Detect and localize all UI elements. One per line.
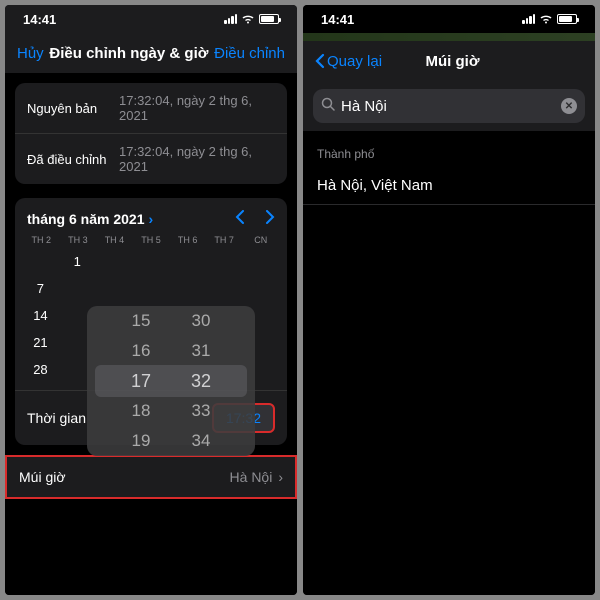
original-label: Nguyên bản <box>27 101 119 116</box>
signal-icon <box>522 14 535 24</box>
phone-right: 14:41 Quay lại Múi giờ Hà Nội ✕ Thành ph… <box>303 5 595 595</box>
background-image-strip <box>303 33 595 41</box>
row-original: Nguyên bản 17:32:04, ngày 2 thg 6, 2021 <box>15 83 287 133</box>
time-label: Thời gian <box>27 410 86 426</box>
status-icons <box>522 12 577 27</box>
wifi-icon <box>539 12 553 27</box>
status-time: 14:41 <box>23 12 56 27</box>
battery-icon <box>259 14 279 24</box>
status-bar: 14:41 <box>303 5 595 33</box>
search-icon <box>321 97 335 116</box>
clear-button[interactable]: ✕ <box>561 98 577 114</box>
section-header: Thành phố <box>303 131 595 167</box>
timezone-label: Múi giờ <box>19 469 66 485</box>
chevron-right-icon: › <box>149 211 154 227</box>
timezone-row[interactable]: Múi giờ Hà Nội › <box>5 455 297 499</box>
cancel-button[interactable]: Hủy <box>17 45 44 62</box>
info-card: Nguyên bản 17:32:04, ngày 2 thg 6, 2021 … <box>15 83 287 184</box>
status-time: 14:41 <box>321 12 354 27</box>
month-nav <box>235 210 275 227</box>
battery-icon <box>557 14 577 24</box>
status-icons <box>224 12 279 27</box>
weekday-row: TH 2 TH 3 TH 4 TH 5 TH 6 TH 7 CN <box>15 235 287 245</box>
row-adjusted: Đã điều chỉnh 17:32:04, ngày 2 thg 6, 20… <box>15 133 287 184</box>
status-bar: 14:41 <box>5 5 297 33</box>
next-month-button[interactable] <box>265 210 275 227</box>
hour-picker[interactable]: 15 16 17 18 19 <box>111 306 171 456</box>
minute-picker[interactable]: 30 31 32 33 34 <box>171 306 231 456</box>
chevron-right-icon: › <box>278 469 283 485</box>
nav-title: Điều chỉnh ngày & giờ <box>44 45 214 62</box>
content: Thành phố Hà Nội, Việt Nam <box>303 131 595 595</box>
adjusted-label: Đã điều chỉnh <box>27 152 119 167</box>
search-input[interactable]: Hà Nội ✕ <box>313 89 585 123</box>
wifi-icon <box>241 12 255 27</box>
month-label: tháng 6 năm 2021 <box>27 211 145 227</box>
signal-icon <box>224 14 237 24</box>
search-container: Hà Nội ✕ <box>303 81 595 131</box>
content: Nguyên bản 17:32:04, ngày 2 thg 6, 2021 … <box>5 73 297 595</box>
calendar-header: tháng 6 năm 2021 › <box>15 198 287 235</box>
nav-title: Múi giờ <box>382 53 523 70</box>
original-value: 17:32:04, ngày 2 thg 6, 2021 <box>119 93 275 123</box>
timezone-value: Hà Nội › <box>230 469 283 485</box>
search-value: Hà Nội <box>341 98 555 115</box>
month-button[interactable]: tháng 6 năm 2021 › <box>27 211 153 227</box>
back-button[interactable]: Quay lại <box>315 53 382 70</box>
chevron-left-icon <box>315 53 325 69</box>
nav-bar: Hủy Điều chỉnh ngày & giờ Điều chỉnh <box>5 33 297 73</box>
prev-month-button[interactable] <box>235 210 245 227</box>
result-item[interactable]: Hà Nội, Việt Nam <box>303 167 595 205</box>
adjusted-value: 17:32:04, ngày 2 thg 6, 2021 <box>119 144 275 174</box>
phone-left: 14:41 Hủy Điều chỉnh ngày & giờ Điều chỉ… <box>5 5 297 595</box>
adjust-button[interactable]: Điều chỉnh <box>214 45 285 62</box>
nav-bar: Quay lại Múi giờ <box>303 41 595 81</box>
time-picker[interactable]: 15 16 17 18 19 30 31 32 33 34 <box>87 306 255 456</box>
